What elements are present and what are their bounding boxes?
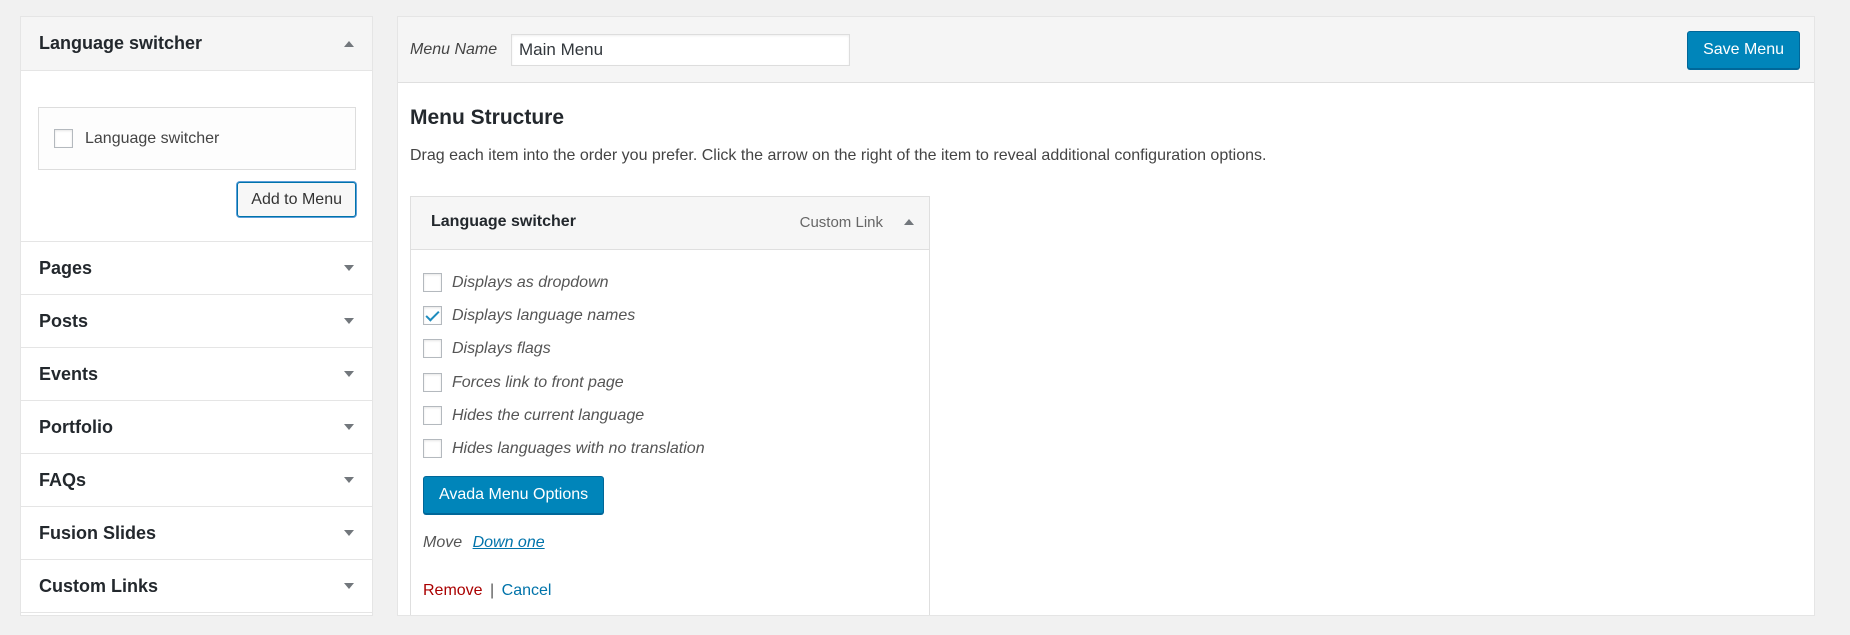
accordion-title: Events [39,363,99,384]
menu-management-panel: Menu Name Save Menu Menu Structure Drag … [397,16,1815,616]
chevron-down-icon[interactable] [344,477,354,483]
chevron-down-icon[interactable] [344,318,354,324]
item-actions: Remove | Cancel [423,582,551,600]
chevron-down-icon[interactable] [344,265,354,271]
option-displays-flags[interactable]: Displays flags [423,339,551,358]
move-row: Move Down one [423,534,545,552]
move-label: Move [423,534,463,551]
accordion-title: Fusion Slides [39,522,157,543]
accordion-title: Pages [39,257,93,278]
accordion-faqs[interactable]: FAQs [21,454,372,507]
accordion-language-switcher[interactable]: Language switcher [21,17,372,71]
option-checkbox[interactable] [423,373,442,392]
option-label: Hides the current language [452,406,645,424]
menu-name-input[interactable] [511,34,850,66]
avada-menu-options-button[interactable]: Avada Menu Options [423,476,605,514]
remove-link[interactable]: Remove [423,582,483,599]
accordion-fusion-slides[interactable]: Fusion Slides [21,507,372,560]
option-checkbox[interactable] [423,273,442,292]
menu-item-language-switcher: Language switcher Custom Link Displays a… [410,196,930,615]
menu-item-title: Language switcher [431,213,576,230]
menu-structure-title: Menu Structure [410,106,565,129]
language-switcher-checkbox[interactable] [54,129,73,148]
menu-instructions: Drag each item into the order you prefer… [410,147,1267,164]
menu-name-label: Menu Name [410,41,498,58]
option-label: Forces link to front page [452,373,624,391]
chevron-up-icon[interactable] [344,40,354,47]
add-to-menu-button[interactable]: Add to Menu [237,182,356,217]
language-switcher-option[interactable]: Language switcher [54,129,219,148]
accordion-pages[interactable]: Pages [21,242,372,295]
option-checkbox[interactable] [423,339,442,358]
accordion-custom-links[interactable]: Custom Links [21,560,372,613]
accordion-portfolio[interactable]: Portfolio [21,401,372,454]
option-checkbox[interactable] [423,439,442,458]
chevron-up-icon[interactable] [904,219,914,225]
accordion-title: FAQs [39,469,87,490]
menu-header: Menu Name Save Menu [398,17,1814,83]
save-menu-button[interactable]: Save Menu [1687,31,1800,69]
accordion-events[interactable]: Events [21,348,372,401]
separator: | [490,582,495,599]
language-switcher-checklist: Language switcher [38,107,356,170]
option-label: Displays language names [452,306,636,324]
option-displays-as-dropdown[interactable]: Displays as dropdown [423,273,609,292]
accordion-title: Language switcher [39,33,203,53]
option-displays-language-names[interactable]: Displays language names [423,306,635,325]
chevron-down-icon[interactable] [344,371,354,377]
option-checkbox[interactable] [423,306,442,325]
language-switcher-checkbox-label: Language switcher [85,129,220,147]
add-menu-items-panel: Language switcher Language switcher Add … [20,16,373,616]
option-forces-link-to-front-page[interactable]: Forces link to front page [423,373,624,392]
option-checkbox[interactable] [423,406,442,425]
option-hides-languages-no-translation[interactable]: Hides languages with no translation [423,439,705,458]
move-down-one-link[interactable]: Down one [473,534,545,551]
accordion-title: Portfolio [39,416,113,437]
menu-item-type: Custom Link [799,214,883,231]
accordion-title: Custom Links [39,575,159,596]
accordion-title: Posts [39,310,89,331]
option-label: Displays as dropdown [452,273,609,291]
cancel-link[interactable]: Cancel [502,582,552,599]
chevron-down-icon[interactable] [344,424,354,430]
option-label: Displays flags [452,339,551,357]
menu-item-handle[interactable]: Language switcher Custom Link [411,197,929,250]
option-label: Hides languages with no translation [452,439,705,457]
accordion-language-switcher-body: Language switcher Add to Menu [21,71,372,242]
chevron-down-icon[interactable] [344,530,354,536]
chevron-down-icon[interactable] [344,583,354,589]
accordion-posts[interactable]: Posts [21,295,372,348]
option-hides-current-language[interactable]: Hides the current language [423,406,644,425]
